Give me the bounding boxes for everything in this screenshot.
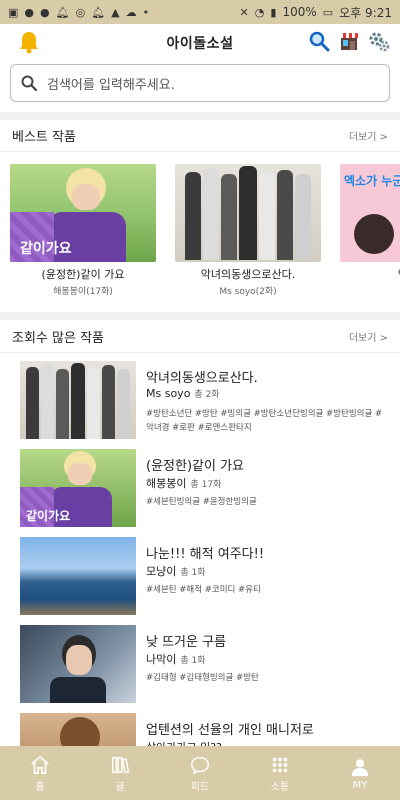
popular-more-link[interactable]: 더보기 >: [349, 329, 388, 344]
bottom-nav: 홈 글 피드 소통 MY: [0, 746, 400, 800]
cover-image: [175, 164, 321, 262]
best-card-author: Ms soyo(2화): [219, 287, 277, 297]
episode-count: 총 17화: [190, 480, 222, 490]
cover-image: [20, 537, 136, 615]
warning-icon: ▲: [111, 5, 120, 19]
author-name: Ms soyo: [146, 387, 191, 400]
mute-icon: ✕: [239, 5, 249, 19]
app-header: 아이돌소설: [0, 24, 400, 62]
author-name: 해봉봉이: [146, 477, 187, 490]
search-icon[interactable]: [308, 30, 330, 52]
tab-feed[interactable]: 피드: [160, 746, 240, 800]
list-item[interactable]: 낮 뜨거운 구름 나막이 총 1화 #김태형 #김태형빙의글 #방탄: [20, 625, 390, 703]
grid-dots-icon: [272, 757, 288, 772]
list-item-tags: #세븐틴빙의글 #윤정한빙의글: [146, 497, 257, 507]
list-item-tags: #세븐틴 #해적 #코미디 #유티: [146, 585, 261, 595]
list-item-author: Ms soyo 총 2화: [146, 387, 220, 400]
more-dots-icon: •: [142, 5, 150, 19]
list-item-author: 모냥이 총 1화: [146, 563, 206, 579]
list-item-author: 해봉봉이 총 17화: [146, 475, 221, 491]
tab-home[interactable]: 홈: [0, 746, 80, 800]
episode-count: 총 1화: [180, 656, 206, 666]
tab-my[interactable]: MY: [320, 746, 400, 800]
chat-bubble-icon: [191, 756, 209, 775]
best-card-author: 클라: [340, 284, 400, 297]
list-item[interactable]: 나눈!!! 해적 여주다!! 모냥이 총 1화 #세븐틴 #해적 #코미디 #유티: [20, 537, 390, 615]
tab-label: MY: [352, 779, 368, 791]
cover-image: [20, 625, 136, 703]
popular-section-header: 조회수 많은 작품 더보기 >: [0, 321, 400, 353]
gallery-icon: ▣: [8, 5, 19, 19]
tab-community[interactable]: 소통: [240, 746, 320, 800]
cloud-icon: ☁: [125, 5, 137, 19]
author-name: 나막이: [146, 653, 177, 666]
list-item[interactable]: 악녀의동생으로산다. Ms soyo 총 2화 #방탄소년단 #방탄 #빙의글 #…: [20, 361, 390, 439]
episode-count: 총 1화: [180, 568, 206, 578]
section-divider: [0, 312, 400, 320]
list-item-title: 악녀의동생으로산다.: [146, 371, 258, 386]
list-item-tags: #방탄소년단 #방탄 #빙의글 #방탄소년단빙의글 #방탄빙의글 #악녀경 #로…: [146, 409, 383, 433]
best-card-author: 해봉봉이(17화): [53, 287, 113, 297]
list-item-title: (윤정한)같이 가요: [146, 459, 244, 474]
bell-icon[interactable]: [18, 30, 40, 54]
store-icon[interactable]: [338, 30, 360, 52]
settings-icon[interactable]: [368, 30, 390, 52]
tab-label: 피드: [190, 781, 210, 793]
battery-icon: ▭: [322, 5, 334, 19]
cover-image: [20, 361, 136, 439]
search-placeholder: 검색어를 입력해주세요.: [47, 77, 175, 93]
notification-bell-icon: 🔔︎: [55, 5, 70, 19]
tab-books[interactable]: 글: [80, 746, 160, 800]
cover-image: 엑소가 누군: [340, 164, 400, 262]
status-bar: ▣ ● ● 🔔︎ ◎ 🔔︎ ▲ ☁ • ✕ ◔ ▮ 100% ▭ 오후 9:21: [0, 0, 400, 24]
episode-count: 총 2화: [194, 390, 220, 400]
tab-label: 글: [115, 781, 125, 793]
cover-image: 같이가요: [20, 449, 136, 527]
best-card-title: 악녀의동생으로산다.: [200, 268, 296, 281]
list-item-tags: #김태형 #김태형빙의글 #방탄: [146, 673, 259, 683]
best-card[interactable]: 악녀의동생으로산다. Ms soyo(2화): [175, 164, 321, 297]
list-item-title: 낮 뜨거운 구름: [146, 635, 227, 650]
list-item-title: 나눈!!! 해적 여주다!!: [146, 547, 265, 562]
clock: 오후 9:21: [339, 5, 392, 20]
battery-level: 100%: [282, 5, 317, 19]
vpn-icon: ●: [24, 5, 35, 19]
best-section-title: 베스트 작품: [12, 130, 76, 145]
best-card-title: 엑소가: [340, 266, 400, 282]
wifi-icon: ◔: [254, 5, 265, 19]
signal-icon: ▮: [270, 5, 277, 19]
list-item-title: 업텐션의 선율의 개인 매니저로: [146, 723, 314, 738]
list-item[interactable]: 같이가요 (윤정한)같이 가요 해봉봉이 총 17화 #세븐틴빙의글 #윤정한빙의…: [20, 449, 390, 527]
search-icon: [21, 75, 37, 91]
home-icon: [31, 755, 49, 774]
best-carousel[interactable]: 같이가요 (윤정한)같이 가요 해봉봉이(17화) 악녀의동생으로산다. Ms …: [10, 164, 400, 304]
best-card[interactable]: 엑소가 누군 엑소가 클라: [340, 164, 400, 297]
instagram-icon: ◎: [75, 5, 86, 19]
search-input[interactable]: 검색어를 입력해주세요.: [10, 64, 390, 102]
popular-section-title: 조회수 많은 작품: [12, 331, 104, 346]
cover-image: 같이가요: [10, 164, 156, 262]
books-icon: [111, 756, 130, 773]
tab-label: 소통: [270, 781, 290, 793]
author-name: 모냥이: [146, 565, 177, 578]
best-card[interactable]: 같이가요 (윤정한)같이 가요 해봉봉이(17화): [10, 164, 156, 297]
tab-label: 홈: [35, 781, 45, 793]
best-card-title: (윤정한)같이 가요: [41, 268, 125, 281]
best-more-link[interactable]: 더보기 >: [349, 128, 388, 143]
user-icon: [351, 758, 369, 776]
best-section-header: 베스트 작품 더보기 >: [0, 120, 400, 152]
section-divider: [0, 112, 400, 120]
list-item-author: 나막이 총 1화: [146, 651, 206, 667]
notification-bell-icon: 🔔︎: [91, 5, 106, 19]
k-icon: ●: [40, 5, 50, 19]
